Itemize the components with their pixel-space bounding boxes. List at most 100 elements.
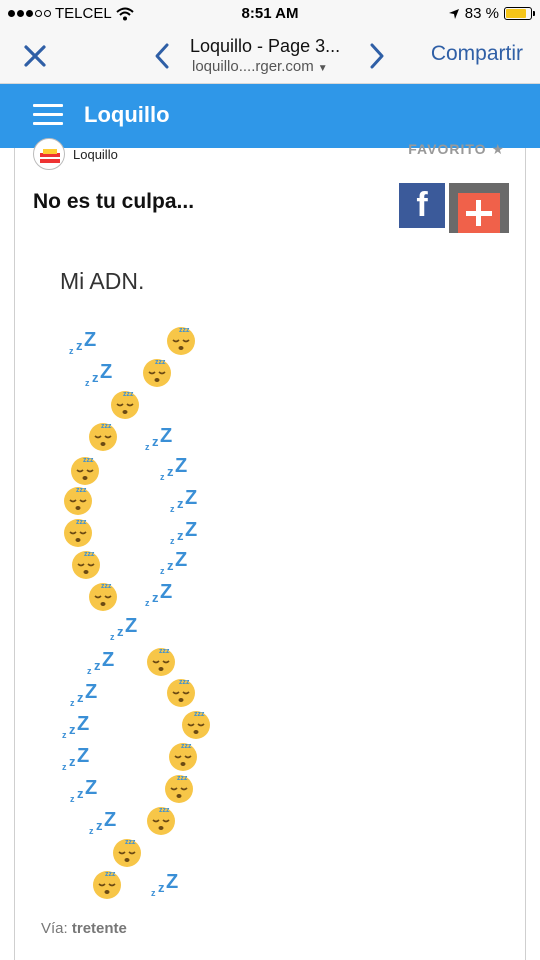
svg-text:z: z <box>167 558 174 573</box>
svg-text:Z: Z <box>77 745 89 767</box>
zzz-icon: zzZ <box>160 548 196 576</box>
via-attribution: Vía: tretente <box>41 920 127 937</box>
sleeping-face-emoji: zzz <box>145 645 177 677</box>
svg-text:z: z <box>77 690 84 705</box>
browser-toolbar: Loquillo - Page 3... loquillo....rger.co… <box>0 28 540 84</box>
sleeping-face-emoji: zzz <box>91 868 123 900</box>
sleeping-face-emoji: zzz <box>180 708 212 740</box>
sleeping-face-emoji: zzz <box>62 516 94 548</box>
zzz-icon: zzZ <box>160 454 196 482</box>
zzz-icon: zzZ <box>170 486 206 514</box>
sleeping-face-emoji: zzz <box>87 580 119 612</box>
battery-percent: 83 % <box>464 5 499 22</box>
svg-text:z: z <box>152 590 159 605</box>
page-title[interactable]: Loquillo - Page 3... <box>190 36 360 57</box>
svg-text:zzz: zzz <box>179 327 190 334</box>
share-button[interactable]: Compartir <box>431 42 523 66</box>
svg-text:z: z <box>62 730 67 740</box>
svg-text:zzz: zzz <box>76 519 87 526</box>
svg-text:z: z <box>70 698 75 708</box>
svg-text:z: z <box>145 598 150 608</box>
sleeping-face-emoji: zzz <box>165 676 197 708</box>
svg-text:Z: Z <box>84 329 96 351</box>
svg-text:Z: Z <box>166 871 178 893</box>
zzz-icon: zzZ <box>145 424 181 452</box>
via-label: Vía: <box>41 920 68 937</box>
svg-text:z: z <box>89 826 94 836</box>
svg-text:z: z <box>94 658 101 673</box>
svg-text:z: z <box>62 762 67 772</box>
url-text: loquillo....rger.com <box>192 58 314 75</box>
zzz-icon: zzZ <box>89 808 125 836</box>
svg-text:z: z <box>69 346 74 356</box>
svg-text:z: z <box>177 496 184 511</box>
page-url[interactable]: loquillo....rger.com ▼ <box>192 58 328 75</box>
svg-text:Z: Z <box>104 809 116 831</box>
blog-title[interactable]: Loquillo <box>84 102 170 128</box>
svg-text:zzz: zzz <box>194 711 205 718</box>
svg-text:z: z <box>152 434 159 449</box>
svg-text:zzz: zzz <box>159 807 170 814</box>
forward-chevron-icon[interactable] <box>365 40 389 72</box>
svg-text:z: z <box>69 722 76 737</box>
zzz-icon: zzZ <box>69 328 105 356</box>
via-source-link[interactable]: tretente <box>72 920 127 937</box>
zzz-icon: zzZ <box>70 776 106 804</box>
zzz-icon: zzZ <box>62 712 98 740</box>
svg-text:z: z <box>167 464 174 479</box>
status-bar: TELCEL 8:51 AM 83 % <box>0 0 540 28</box>
svg-text:Z: Z <box>125 615 137 637</box>
sleeping-face-emoji: zzz <box>167 740 199 772</box>
svg-text:z: z <box>92 370 99 385</box>
svg-text:z: z <box>158 880 165 895</box>
svg-text:Z: Z <box>160 425 172 447</box>
menu-icon[interactable] <box>33 104 63 126</box>
svg-text:zzz: zzz <box>101 583 112 590</box>
svg-text:z: z <box>160 472 165 482</box>
svg-text:zzz: zzz <box>177 775 188 782</box>
sleeping-face-emoji: zzz <box>163 772 195 804</box>
svg-text:zzz: zzz <box>105 871 116 878</box>
sleeping-face-emoji: zzz <box>145 804 177 836</box>
sleeping-face-emoji: zzz <box>62 484 94 516</box>
zzz-icon: zzZ <box>145 580 181 608</box>
svg-text:zzz: zzz <box>125 839 136 846</box>
svg-text:zzz: zzz <box>181 743 192 750</box>
svg-text:Z: Z <box>185 487 197 509</box>
svg-text:Z: Z <box>160 581 172 603</box>
close-icon[interactable] <box>20 41 50 71</box>
svg-text:Z: Z <box>85 681 97 703</box>
sleeping-face-emoji: zzz <box>141 356 173 388</box>
svg-text:z: z <box>170 536 175 546</box>
zzz-icon: zzZ <box>85 360 121 388</box>
svg-text:Z: Z <box>175 549 187 571</box>
svg-text:zzz: zzz <box>155 359 166 366</box>
zzz-icon: zzZ <box>87 648 123 676</box>
sleeping-face-emoji: zzz <box>109 388 141 420</box>
svg-text:z: z <box>87 666 92 676</box>
svg-text:z: z <box>117 624 124 639</box>
sleeping-face-emoji: zzz <box>165 324 197 356</box>
sleeping-face-emoji: zzz <box>111 836 143 868</box>
back-chevron-icon[interactable] <box>150 40 174 72</box>
svg-text:Z: Z <box>100 361 112 383</box>
zzz-icon: zzZ <box>110 614 146 642</box>
svg-text:zzz: zzz <box>83 457 94 464</box>
blog-header: Loquillo <box>0 84 540 148</box>
svg-text:z: z <box>69 754 76 769</box>
svg-text:z: z <box>70 794 75 804</box>
svg-text:z: z <box>170 504 175 514</box>
zzz-icon: zzZ <box>62 744 98 772</box>
dropdown-caret-icon: ▼ <box>317 63 328 74</box>
svg-text:z: z <box>76 338 83 353</box>
post-card: Loquillo FAVORITO ★ No es tu culpa... f … <box>14 138 526 960</box>
svg-text:zzz: zzz <box>179 679 190 686</box>
svg-text:Z: Z <box>77 713 89 735</box>
battery-area: 83 % <box>448 5 535 22</box>
svg-text:z: z <box>160 566 165 576</box>
battery-fill <box>506 9 526 18</box>
svg-text:z: z <box>110 632 115 642</box>
svg-text:zzz: zzz <box>101 423 112 430</box>
svg-text:zzz: zzz <box>84 551 95 558</box>
sleeping-face-emoji: zzz <box>70 548 102 580</box>
